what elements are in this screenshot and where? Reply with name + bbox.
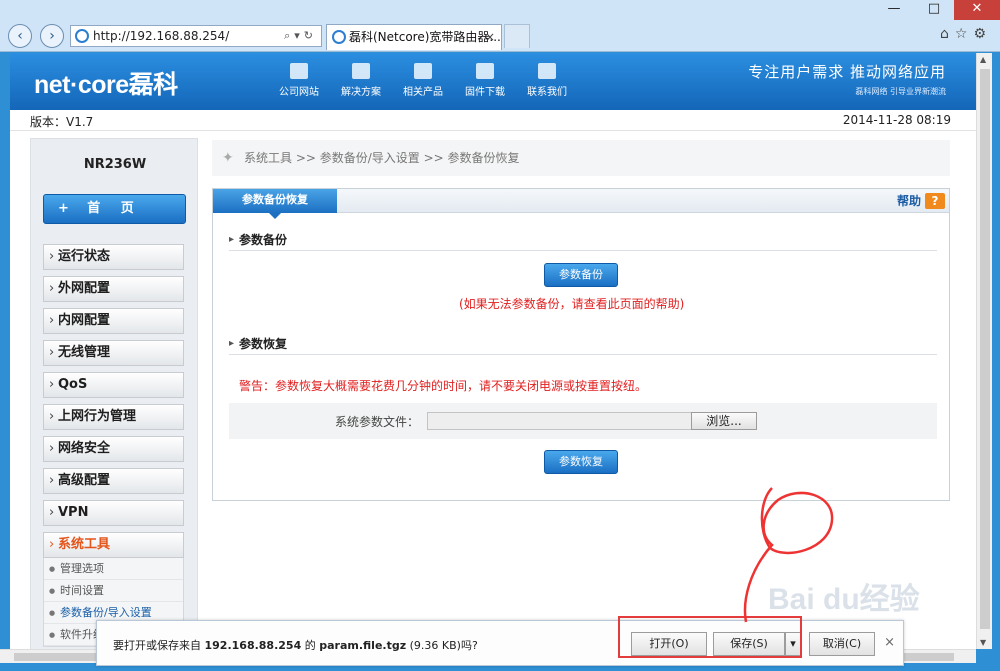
red-annotation-scribble	[743, 487, 834, 623]
